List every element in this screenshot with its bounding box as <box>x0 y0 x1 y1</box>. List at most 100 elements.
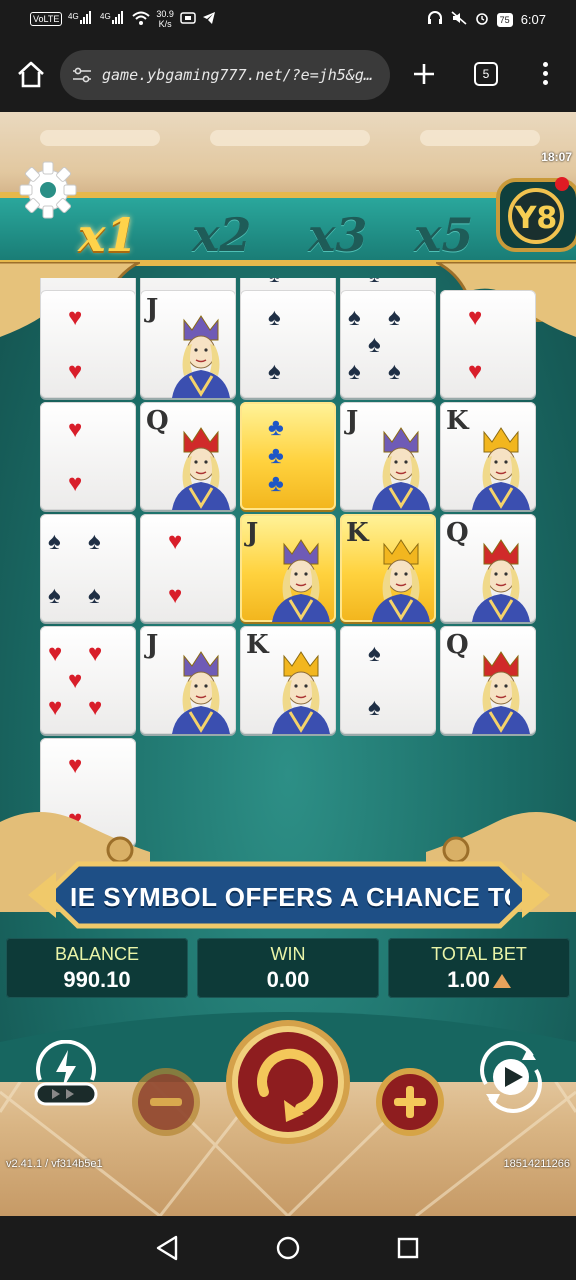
system-nav-bar <box>0 1216 576 1280</box>
brand-logo[interactable]: Y8 <box>492 176 576 252</box>
card-rank: J <box>346 406 359 436</box>
reel-symbol-heart-card: ♥♥ <box>40 290 136 398</box>
q-face-icon <box>472 539 530 622</box>
decrease-bet-button[interactable] <box>130 1066 202 1138</box>
settings-gear-icon[interactable] <box>18 160 78 220</box>
session-id-label: 18514211266 <box>503 1158 570 1170</box>
mute-icon <box>451 11 467 28</box>
card-rank: J <box>146 294 159 324</box>
home-icon <box>18 61 44 88</box>
wifi-icon <box>132 11 151 28</box>
card-rank: J <box>146 630 159 660</box>
battery-icon: 75 <box>496 12 513 27</box>
browser-toolbar: game.ybgaming777.net/?e=jh5&g… 5 <box>0 40 576 112</box>
bet-up-arrow-icon[interactable] <box>492 974 511 988</box>
url-bar[interactable]: game.ybgaming777.net/?e=jh5&g… <box>60 50 390 100</box>
j-face-icon <box>172 651 230 734</box>
spade-icon: ♠ <box>268 358 281 385</box>
heart-icon: ♥ <box>468 358 483 385</box>
reel-symbol-spade-card: ♠♠ <box>240 290 336 398</box>
reel-symbol-k-card: K <box>340 514 436 622</box>
increase-bet-button[interactable] <box>374 1066 446 1138</box>
reel-symbol-spade-card: ♠ ♠ ♠ ♠ <box>40 514 136 622</box>
j-face-icon <box>372 427 430 510</box>
minus-icon <box>150 1098 182 1106</box>
spade-icon: ♠ <box>388 358 401 385</box>
heart-icon: ♥ <box>88 640 103 667</box>
k-face-icon <box>472 427 530 510</box>
card-rank: J <box>246 518 259 548</box>
new-tab-button[interactable] <box>410 60 438 88</box>
turbo-button[interactable] <box>30 1040 102 1110</box>
spade-icon: ♠ <box>348 358 361 385</box>
overflow-menu-button[interactable] <box>534 62 556 90</box>
status-bar: VoLTE 4G 4G 30.9 K/s 75 6:07 <box>0 0 576 40</box>
network-type-label: 4G <box>68 12 79 21</box>
alarm-icon <box>475 11 489 28</box>
spade-icon: ♠ <box>48 528 61 555</box>
multiplier-bar: x1 x2 x3 x5 <box>0 192 576 266</box>
telegram-icon <box>202 11 216 28</box>
multiplier-x1: x1 <box>78 208 138 262</box>
spade-icon: ♠ <box>388 304 401 331</box>
speed-value: 30.9 <box>156 9 174 19</box>
heart-icon: ♥ <box>68 358 83 385</box>
tab-switcher-button[interactable]: 5 <box>474 62 498 86</box>
reel-symbol-k-card: K <box>440 402 536 510</box>
balance-panel: BALANCE 990.10 <box>6 938 188 998</box>
total-bet-label: TOTAL BET <box>431 944 527 964</box>
reel-symbol-heart-card: ♥♥ <box>440 290 536 398</box>
reel-symbol-j-card: J <box>240 514 336 622</box>
multiplier-x3: x3 <box>308 208 368 262</box>
screen: VoLTE 4G 4G 30.9 K/s 75 6:07 game.ybgami… <box>0 0 576 1280</box>
reel-symbol-club-card: ♣ ♣ ♣ <box>240 402 336 510</box>
reel-symbol-j-card: J <box>340 402 436 510</box>
headphones-icon <box>427 11 443 28</box>
reel-symbol-spade-card: ♠♠ <box>340 626 436 734</box>
q-face-icon <box>472 651 530 734</box>
win-value: 0.00 <box>266 967 310 992</box>
heart-icon: ♥ <box>68 752 83 779</box>
screen-cast-icon <box>180 11 196 28</box>
reel-symbol-k-card: K <box>240 626 336 734</box>
k-face-icon <box>372 539 430 622</box>
total-bet-panel[interactable]: TOTAL BET 1.00 <box>388 938 570 998</box>
multiplier-x5: x5 <box>414 208 474 262</box>
site-settings-icon[interactable] <box>72 66 92 84</box>
home-circle-icon[interactable] <box>274 1234 302 1262</box>
club-icon: ♣ <box>268 414 284 441</box>
home-button[interactable] <box>14 58 48 92</box>
club-icon: ♣ <box>268 470 284 497</box>
spin-button[interactable] <box>224 1018 352 1146</box>
heart-icon: ♥ <box>68 304 83 331</box>
total-bet-value: 1.00 <box>447 967 490 992</box>
balance-value: 990.10 <box>63 967 131 992</box>
reel-symbol-j-card: J <box>140 290 236 398</box>
reel-symbol-q-card: Q <box>140 402 236 510</box>
spade-icon: ♠ <box>368 278 381 287</box>
j-face-icon <box>272 539 330 622</box>
speed-unit: K/s <box>158 19 172 29</box>
heart-icon: ♥ <box>68 416 83 443</box>
back-icon[interactable] <box>154 1234 180 1262</box>
autoplay-button[interactable] <box>474 1040 548 1114</box>
heart-icon: ♥ <box>68 470 83 497</box>
j-face-icon <box>172 315 230 398</box>
recents-icon[interactable] <box>396 1236 420 1260</box>
slot-game: 18:07 x1 x2 x3 x5 Y8 ♥ ♥ J ♠ ♠ ♠ ♠ ♠ ♠ ♠… <box>0 112 576 1216</box>
heart-icon: ♥ <box>468 304 483 331</box>
reel-symbol-spade-card: ♠ ♠ ♠ ♠ ♠ <box>340 290 436 398</box>
logo-text: Y8 <box>514 201 558 236</box>
heart-icon: ♥ <box>48 694 63 721</box>
url-text: game.ybgaming777.net/?e=jh5&g… <box>102 66 373 84</box>
balance-label: BALANCE <box>54 944 140 964</box>
network-type-label: 4G <box>100 12 111 21</box>
spade-icon: ♠ <box>268 304 281 331</box>
heart-icon: ♥ <box>48 640 63 667</box>
k-face-icon <box>272 651 330 734</box>
reel-symbol-q-card: Q <box>440 626 536 734</box>
spade-icon: ♠ <box>88 582 101 609</box>
banner-text: IE SYMBOL OFFERS A CHANCE TO <box>70 882 510 912</box>
heart-icon: ♥ <box>88 694 103 721</box>
spade-icon: ♠ <box>368 331 381 358</box>
